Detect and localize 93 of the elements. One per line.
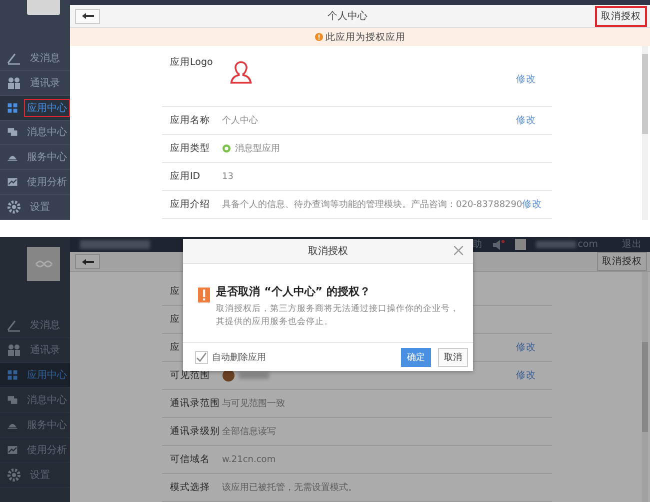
field-label: 应 [170,286,180,297]
nav-item[interactable]: 设置 [0,195,70,220]
edit-link[interactable]: 修改 [516,73,536,86]
field-label: 可信域名 [170,454,210,465]
scrollbar[interactable] [642,46,648,220]
edit-link[interactable]: 修改 [516,341,536,354]
field-value: 消息型应用 [235,142,280,155]
nav-item[interactable]: 消息中心 [0,388,70,413]
page-title: 个人中心 [326,10,368,23]
nav-item[interactable]: 发消息 [0,46,70,71]
dialog-message: 取消授权后，第三方服务商将无法通过接口操作你的企业号，其提供的应用服务也会停止。 [216,303,460,328]
edit-link[interactable]: 修改 [516,114,536,127]
back-button[interactable] [75,8,100,24]
nav-label: 设置 [29,200,51,216]
grid-icon [7,368,18,382]
field-value: 具备个人的信息、待办查询等功能的管理模块。产品咨询：020-83788290 [222,198,522,211]
redacted-text [239,372,269,379]
field-value: 13 [222,172,234,182]
info-icon [314,33,322,41]
nav-item[interactable]: 应用中心 [0,363,70,388]
settings-icon [7,468,21,482]
field-label: 通讯录范围 [170,398,220,409]
nav-label: 应用中心 [24,98,70,117]
field-label: 应用类型 [170,143,210,154]
speaker-icon[interactable] [492,240,505,250]
field-value: 与可见范围一致 [222,398,285,410]
edit-link[interactable]: 修改 [522,198,542,211]
nav-label: 使用分析 [26,176,68,190]
field-label: 模式选择 [170,482,210,493]
revoke-button[interactable]: 取消授权 [595,6,647,26]
field-label: 应用ID [170,171,200,182]
avatar-icon [222,369,235,382]
nav-item[interactable]: 设置 [0,463,70,488]
confirm-button[interactable]: 确定 [401,348,431,366]
avatar-icon [514,239,526,250]
field-value: 该应用已被托管，无需设置模式。 [222,482,357,494]
arrow-left-icon [82,258,94,264]
redacted-text [80,240,150,249]
redacted-text [536,241,576,248]
nav-label: 通讯录 [29,76,61,91]
nav-label: 消息中心 [26,126,68,140]
people-icon [7,343,21,357]
chart-icon [7,443,18,457]
field-label: 应用Logo [170,57,213,68]
logo-box [27,0,60,15]
scrollbar[interactable] [642,272,648,502]
field-value: 个人中心 [222,114,258,127]
pencil-icon [7,318,21,332]
nav-item[interactable]: 消息中心 [0,120,70,146]
pencil-icon [7,50,21,65]
field-label: 应用介绍 [170,199,210,210]
status-icon [222,144,231,153]
back-button[interactable] [75,254,100,269]
arrow-left-icon [82,13,94,19]
checkbox-label: 自动删除应用 [212,352,266,364]
nav-label: 服务中心 [26,150,68,166]
field-label: 应 [170,342,180,353]
dialog-heading: 是否取消 “个人中心” 的授权？ [216,284,372,299]
field-value: 全部信息读写 [222,426,276,438]
nav-label: 使用分析 [26,444,68,458]
nav-item[interactable]: 使用分析 [0,170,70,196]
notice-text: 此应用为授权应用 [326,30,406,44]
nav-item[interactable]: 发消息 [0,313,70,338]
people-icon [7,76,21,90]
field-label: 应用名称 [170,115,210,126]
nav-label: 应用中心 [26,368,68,383]
cancel-button[interactable]: 取消 [438,348,468,366]
field-label: 应 [170,314,180,325]
person-icon [228,60,254,86]
close-icon[interactable] [454,246,463,255]
account-name: com [578,239,598,250]
field-label: 通讯录级别 [170,426,220,437]
nav-label: 发消息 [29,318,61,333]
edit-link[interactable]: 修改 [516,369,536,382]
nav-label: 设置 [29,468,51,483]
grid-icon [7,100,18,115]
nav-label: 消息中心 [26,394,68,408]
checkbox[interactable] [195,350,208,364]
help-link[interactable]: 助 [472,238,483,251]
logout-link[interactable]: 退出 [622,238,642,251]
nav-label: 服务中心 [26,418,68,433]
logo-box [27,247,60,281]
chat-icon [7,393,18,407]
nav-label: 发消息 [29,52,61,66]
nav-item[interactable]: 服务中心 [0,413,70,438]
revoke-button[interactable]: 取消授权 [597,252,647,271]
settings-icon [7,200,21,214]
dialog-title: 取消授权 [308,244,348,258]
nav-item[interactable]: 服务中心 [0,145,70,170]
nav-item[interactable]: 应用中心 [0,96,70,121]
nav-label: 通讯录 [29,344,61,358]
nav-item[interactable]: 使用分析 [0,438,70,463]
field-value: w.21cn.com [222,454,276,464]
